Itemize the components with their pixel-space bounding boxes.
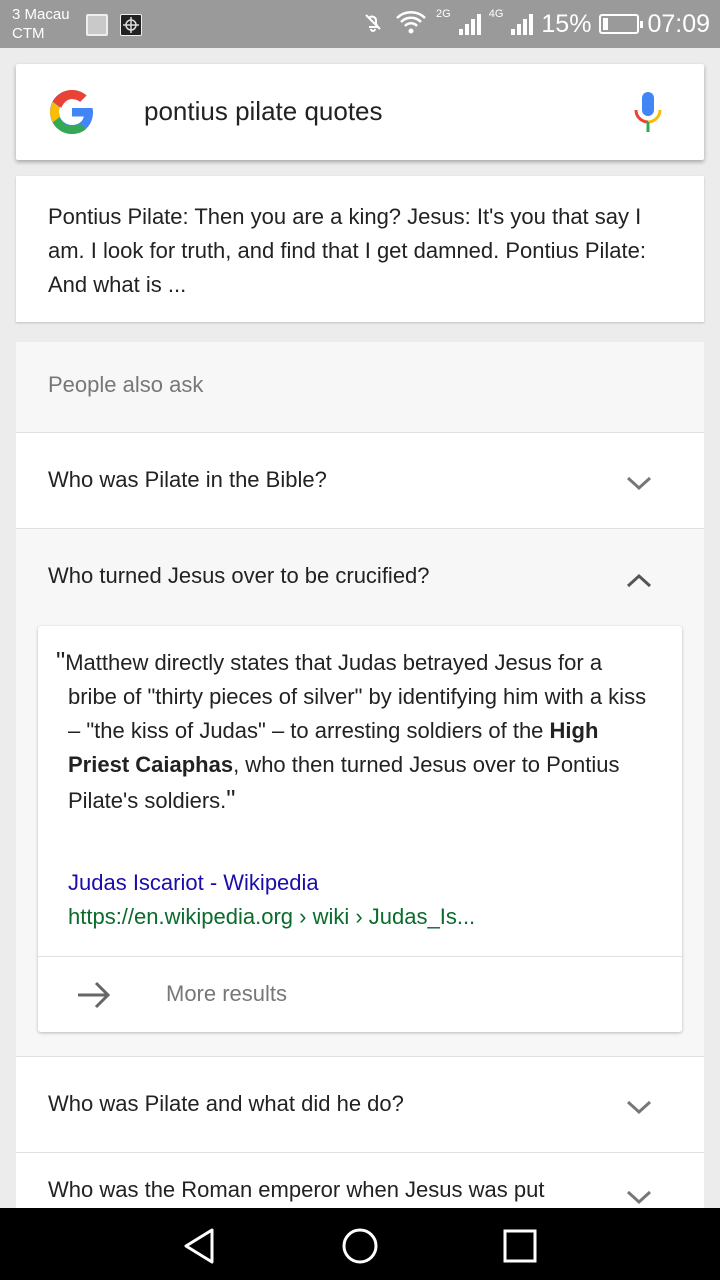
recents-square-icon[interactable]	[500, 1226, 540, 1266]
search-query[interactable]: pontius pilate quotes	[144, 96, 383, 127]
battery-percent: 15%	[541, 9, 592, 38]
question-text: Who was the Roman emperor when Jesus was…	[48, 1177, 545, 1202]
microphone-icon[interactable]	[632, 88, 664, 136]
question-item[interactable]: Who was Pilate and what did he do?	[16, 1056, 704, 1152]
search-bar[interactable]: pontius pilate quotes	[16, 64, 704, 160]
google-g-icon[interactable]	[48, 88, 96, 136]
open-quote: "	[56, 646, 66, 676]
source-link[interactable]: Judas Iscariot - Wikipedia	[68, 870, 319, 896]
carrier-line-1: 3 Macau	[12, 6, 70, 23]
chevron-down-icon[interactable]	[626, 1189, 652, 1205]
question-item[interactable]: Who was Pilate in the Bible?	[16, 432, 704, 528]
arrow-right-icon	[76, 979, 112, 1011]
network-4g-label: 4G	[488, 8, 504, 20]
signal-4g-icon	[511, 13, 534, 35]
battery-icon	[599, 14, 644, 34]
mute-icon	[360, 9, 386, 40]
navigation-bar	[0, 1208, 720, 1280]
result-snippet-card: Pontius Pilate: Then you are a king? Jes…	[16, 176, 704, 322]
source-url[interactable]: https://en.wikipedia.org › wiki › Judas_…	[68, 904, 475, 930]
signal-2g-icon	[458, 13, 481, 35]
status-bar: 3 Macau CTM 2G 4G 15% 07:09	[0, 0, 720, 48]
network-2g-label: 2G	[436, 8, 451, 20]
question-text: Who was Pilate and what did he do?	[48, 1091, 404, 1116]
wifi-icon	[394, 9, 428, 40]
carrier-line-2: CTM	[12, 25, 45, 42]
clock: 07:09	[647, 9, 710, 38]
back-triangle-icon[interactable]	[180, 1226, 220, 1266]
snippet-text: Pontius Pilate: Then you are a king? Jes…	[48, 204, 647, 297]
more-results-button[interactable]: More results	[38, 957, 682, 1032]
app-notification-icon	[120, 14, 142, 36]
answer-card: "Matthew directly states that Judas betr…	[38, 626, 682, 1032]
chevron-up-icon[interactable]	[626, 573, 652, 589]
question-text: Who turned Jesus over to be crucified?	[48, 563, 430, 588]
more-results-label: More results	[166, 981, 288, 1006]
question-text: Who was Pilate in the Bible?	[48, 467, 327, 492]
chevron-down-icon[interactable]	[626, 475, 652, 491]
answer-quote: "Matthew directly states that Judas betr…	[56, 644, 656, 818]
close-quote: "	[226, 784, 236, 814]
people-also-ask-title: People also ask	[48, 372, 204, 397]
home-circle-icon[interactable]	[340, 1226, 380, 1266]
question-item[interactable]: Who was the Roman emperor when Jesus was…	[16, 1152, 704, 1208]
carrier-label: 3 Macau CTM	[12, 5, 70, 43]
chevron-down-icon[interactable]	[626, 1099, 652, 1115]
people-also-ask-section: People also ask Who was Pilate in the Bi…	[16, 342, 704, 1208]
image-notification-icon	[86, 14, 108, 36]
